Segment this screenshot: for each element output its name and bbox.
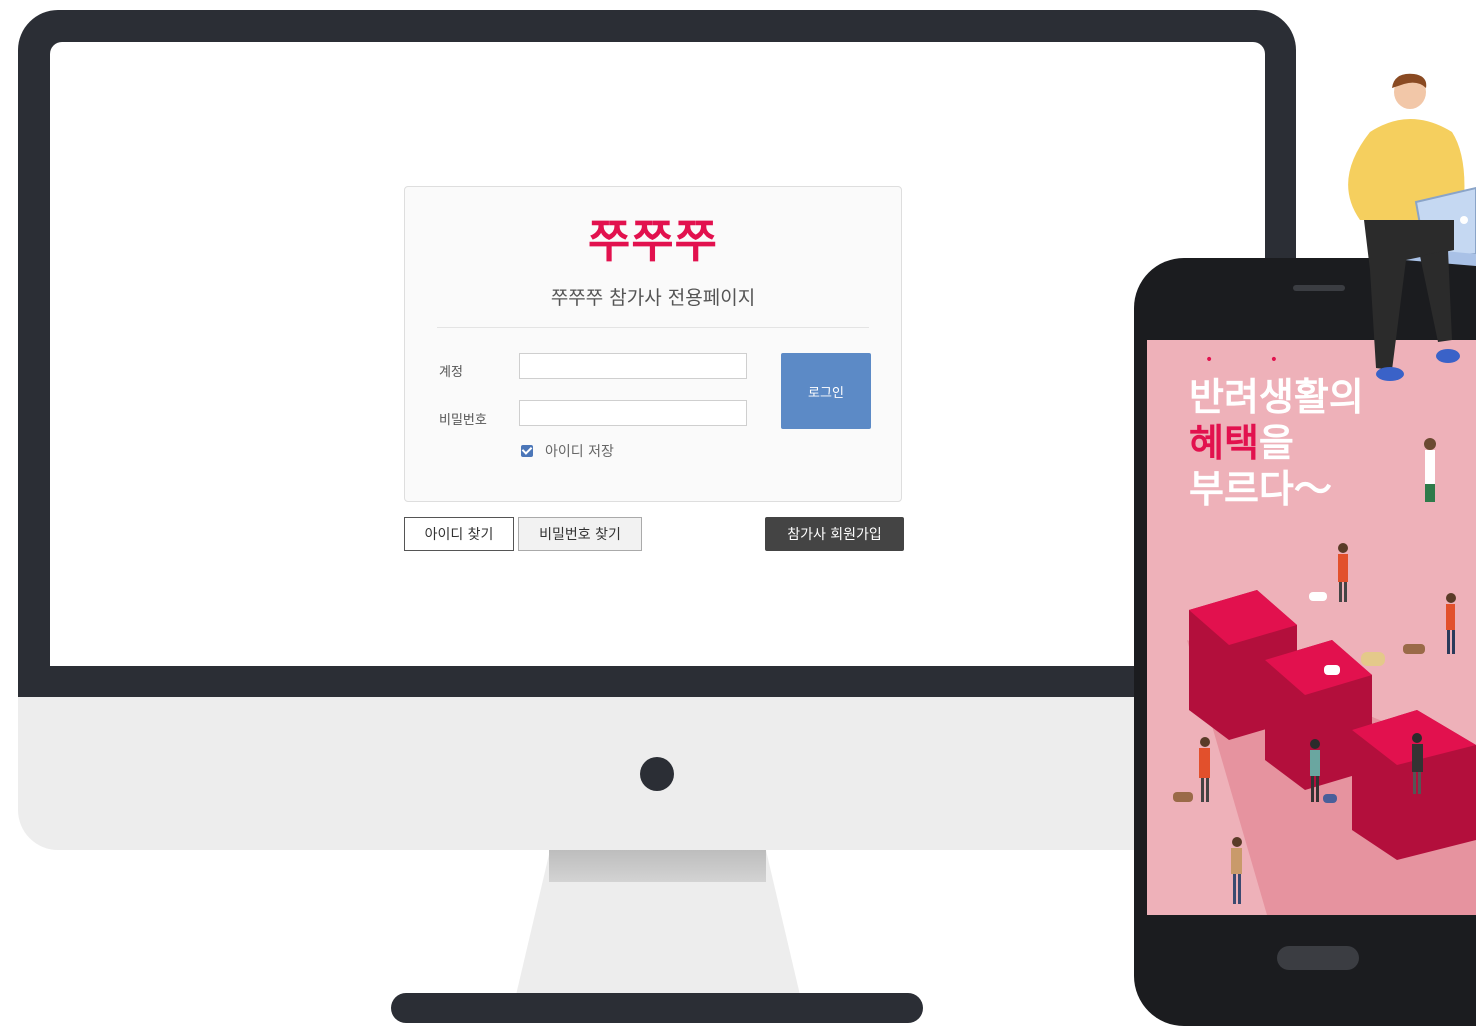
promo-headline: 반려생활의 혜택을 부르다～ xyxy=(1189,374,1364,512)
person-figure xyxy=(1446,593,1456,654)
promo-line-3: 부르다～ xyxy=(1189,467,1332,511)
find-id-button[interactable]: 아이디 찾기 xyxy=(404,517,514,551)
account-input[interactable] xyxy=(519,353,747,379)
join-button[interactable]: 참가사 회원가입 xyxy=(765,517,904,551)
promo-line-2: 혜택을 xyxy=(1189,420,1364,466)
checkbox-checked-icon[interactable] xyxy=(521,445,533,457)
dog-figure xyxy=(1309,592,1327,601)
password-label: 비밀번호 xyxy=(439,413,487,428)
person-figure xyxy=(1338,543,1348,602)
monitor-camera-dot xyxy=(640,757,674,791)
login-button[interactable]: 로그인 xyxy=(781,353,871,429)
monitor-stand-shadow xyxy=(549,850,766,882)
divider xyxy=(437,327,869,328)
remember-id-label: 아이디 저장 xyxy=(545,444,614,460)
person-with-laptop-illustration xyxy=(1348,73,1476,381)
person-figure xyxy=(1173,737,1210,802)
find-password-button[interactable]: 비밀번호 찾기 xyxy=(518,517,642,551)
remember-id-option[interactable]: 아이디 저장 xyxy=(521,441,614,461)
phone-home-button xyxy=(1277,946,1359,970)
promo-line-2-rest: 을 xyxy=(1258,421,1294,465)
page-subtitle: 쭈쭈쭈 참가사 전용페이지 xyxy=(550,287,756,309)
monitor-stand-base xyxy=(391,993,923,1023)
brand-logo: 쭈쭈쭈 xyxy=(588,214,718,268)
login-panel: 쭈쭈쭈 쭈쭈쭈 참가사 전용페이지 계정 비밀번호 로그인 아이디 저장 xyxy=(404,186,902,502)
promo-accent-text: 혜택 xyxy=(1189,421,1259,465)
password-input[interactable] xyxy=(519,400,747,426)
person-figure xyxy=(1231,837,1242,904)
promo-dots: • • xyxy=(1205,352,1304,368)
account-label: 계정 xyxy=(439,365,463,380)
person-figure xyxy=(1424,438,1436,502)
promo-screen: • • 반려생활의 혜택을 부르다～ xyxy=(1147,340,1476,915)
